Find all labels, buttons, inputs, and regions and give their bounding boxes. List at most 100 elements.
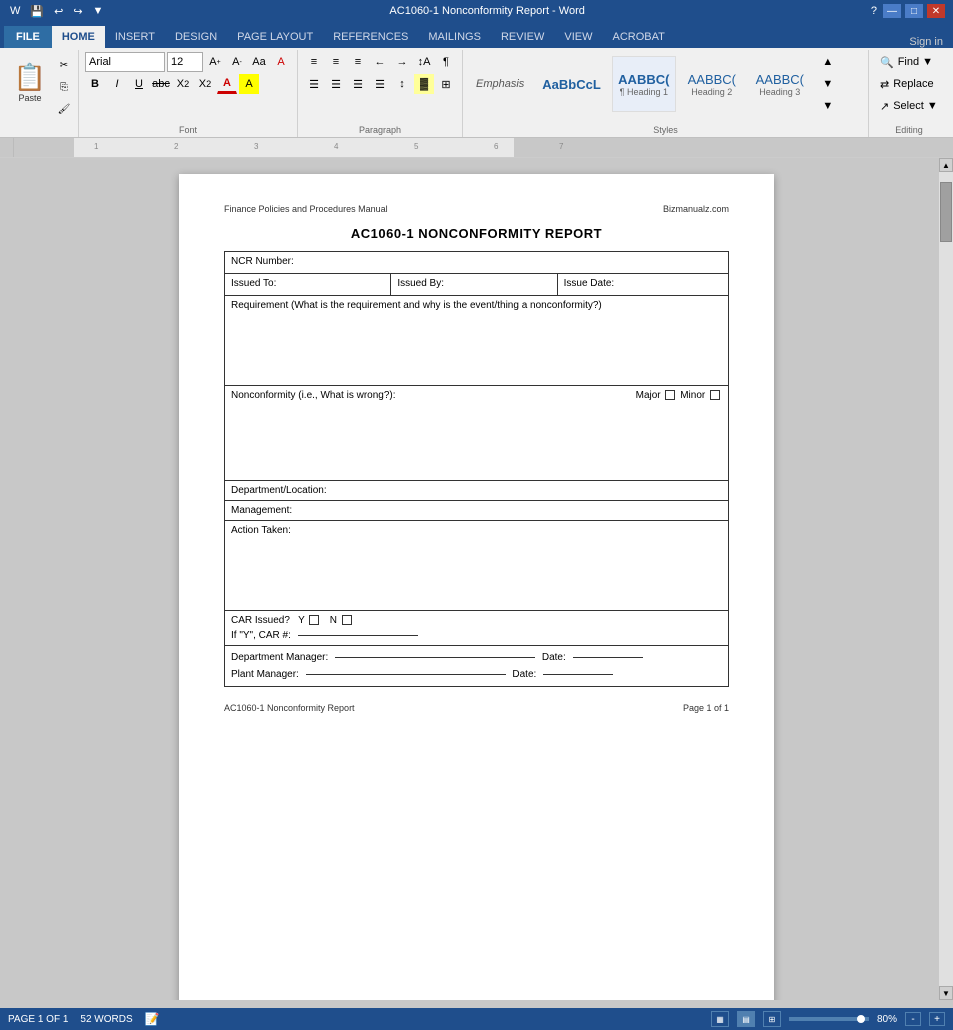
find-button[interactable]: 🔍 Find ▼ [875, 52, 943, 72]
minimize-button[interactable]: — [883, 4, 901, 18]
major-checkbox[interactable] [665, 390, 675, 400]
redo-icon[interactable]: ↪ [71, 4, 84, 19]
table-row-car: CAR Issued? Y N If "Y", CAR #: [225, 611, 729, 646]
decrease-indent-button[interactable]: ← [370, 52, 390, 72]
subscript-button[interactable]: X2 [173, 74, 193, 94]
dept-manager-field[interactable] [335, 657, 535, 658]
border-button[interactable]: ⊞ [436, 74, 456, 94]
text-color-button[interactable]: A [217, 74, 237, 94]
read-mode-button[interactable]: ▤ [737, 1011, 755, 1027]
font-grow-button[interactable]: A+ [205, 52, 225, 72]
bullet-list-button[interactable]: ≡ [304, 52, 324, 72]
style-emphasis[interactable]: Emphasis [469, 68, 531, 100]
font-shrink-button[interactable]: A- [227, 52, 247, 72]
font-name-input[interactable] [85, 52, 165, 72]
table-row-ncr: NCR Number: [225, 252, 729, 274]
car-number-field[interactable] [298, 635, 418, 636]
tab-references[interactable]: REFERENCES [323, 26, 418, 48]
car-y-checkbox[interactable] [309, 615, 319, 625]
zoom-slider[interactable] [789, 1017, 869, 1021]
close-button[interactable]: ✕ [927, 4, 945, 18]
save-icon[interactable]: 💾 [28, 4, 46, 19]
tab-file[interactable]: FILE [4, 26, 52, 48]
show-hide-button[interactable]: ¶ [436, 52, 456, 72]
tab-design[interactable]: DESIGN [165, 26, 227, 48]
font-size-input[interactable] [167, 52, 203, 72]
tab-review[interactable]: REVIEW [491, 26, 554, 48]
styles-scroll-up[interactable]: ▲ [818, 52, 838, 72]
tab-view[interactable]: VIEW [554, 26, 602, 48]
shading-button[interactable]: ▓ [414, 74, 434, 94]
tab-home[interactable]: HOME [52, 26, 105, 48]
italic-button[interactable]: I [107, 74, 127, 94]
align-right-button[interactable]: ☰ [348, 74, 368, 94]
dept-manager-date-field[interactable] [573, 657, 643, 658]
tab-mailings[interactable]: MAILINGS [418, 26, 491, 48]
web-layout-button[interactable]: ⊞ [763, 1011, 781, 1027]
scroll-down-button[interactable]: ▼ [939, 986, 953, 1000]
print-layout-view-button[interactable]: ▦ [711, 1011, 729, 1027]
select-button[interactable]: ↗ Select ▼ [875, 96, 943, 116]
help-icon[interactable]: ? [869, 4, 879, 18]
plant-manager-date-field[interactable] [543, 674, 613, 675]
zoom-level: 80% [877, 1014, 897, 1025]
strikethrough-button[interactable]: abc [151, 74, 171, 94]
minor-checkbox[interactable] [710, 390, 720, 400]
outline-list-button[interactable]: ≡ [348, 52, 368, 72]
table-row-department: Department/Location: [225, 481, 729, 501]
qa-dropdown-icon[interactable]: ▼ [91, 4, 106, 18]
sort-button[interactable]: ↕A [414, 52, 434, 72]
tab-page-layout[interactable]: PAGE LAYOUT [227, 26, 323, 48]
undo-icon[interactable]: ↩ [52, 4, 65, 19]
table-row-nonconformity: Nonconformity (i.e., What is wrong?): Ma… [225, 386, 729, 481]
superscript-button[interactable]: X2 [195, 74, 215, 94]
document-viewport: Finance Policies and Procedures Manual B… [14, 158, 939, 1000]
document-title: AC1060-1 NONCONFORMITY REPORT [224, 226, 729, 241]
scroll-up-button[interactable]: ▲ [939, 158, 953, 172]
scroll-track[interactable] [939, 172, 953, 986]
bold-button[interactable]: B [85, 74, 105, 94]
increase-indent-button[interactable]: → [392, 52, 412, 72]
title-bar: W 💾 ↩ ↪ ▼ AC1060-1 Nonconformity Report … [0, 0, 953, 22]
status-right: ▦ ▤ ⊞ 80% - + [711, 1011, 945, 1027]
style-heading1-label[interactable]: AABBC( ¶ Heading 1 [612, 56, 676, 112]
zoom-thumb[interactable] [857, 1015, 865, 1023]
paste-button[interactable]: 📋 Paste [8, 52, 52, 112]
numbered-list-button[interactable]: ≡ [326, 52, 346, 72]
align-left-button[interactable]: ☰ [304, 74, 324, 94]
styles-more[interactable]: ▼ [818, 96, 838, 116]
management-cell: Management: [225, 501, 729, 521]
ruler: 1 2 3 4 5 6 7 [0, 138, 953, 158]
scroll-thumb[interactable] [940, 182, 952, 242]
car-n-checkbox[interactable] [342, 615, 352, 625]
style-heading1[interactable]: AaBbCcL [535, 68, 608, 100]
copy-button[interactable]: ⎘ [54, 78, 74, 96]
tab-acrobat[interactable]: ACROBAT [602, 26, 674, 48]
paragraph-group-label: Paragraph [304, 125, 456, 135]
maximize-button[interactable]: □ [905, 4, 923, 18]
style-heading2-label[interactable]: AABBC( Heading 2 [680, 56, 744, 112]
tab-insert[interactable]: INSERT [105, 26, 165, 48]
justify-button[interactable]: ☰ [370, 74, 390, 94]
proofing-icon[interactable]: 📝 [145, 1012, 160, 1026]
plant-manager-field[interactable] [306, 674, 506, 675]
scrollbar-right[interactable]: ▲ ▼ [939, 158, 953, 1000]
line-spacing-button[interactable]: ↕ [392, 74, 412, 94]
zoom-in-button[interactable]: + [929, 1012, 945, 1026]
cut-button[interactable]: ✂ [54, 56, 74, 74]
styles-scroll-down[interactable]: ▼ [818, 74, 838, 94]
change-case-button[interactable]: Aa [249, 52, 269, 72]
table-row-requirement: Requirement (What is the requirement and… [225, 296, 729, 386]
underline-button[interactable]: U [129, 74, 149, 94]
clear-formatting-button[interactable]: A [271, 52, 291, 72]
sign-in-label[interactable]: Sign in [899, 36, 953, 48]
style-heading3-label[interactable]: AABBC( Heading 3 [748, 56, 812, 112]
requirement-cell: Requirement (What is the requirement and… [225, 296, 729, 386]
center-button[interactable]: ☰ [326, 74, 346, 94]
signatures-cell: Department Manager: Date: Plant Manager:… [225, 646, 729, 687]
replace-button[interactable]: ⇄ Replace [875, 74, 943, 94]
highlight-button[interactable]: A [239, 74, 259, 94]
clipboard-label [0, 135, 953, 137]
format-painter-button[interactable]: 🖌 [54, 100, 74, 118]
zoom-out-button[interactable]: - [905, 1012, 921, 1026]
